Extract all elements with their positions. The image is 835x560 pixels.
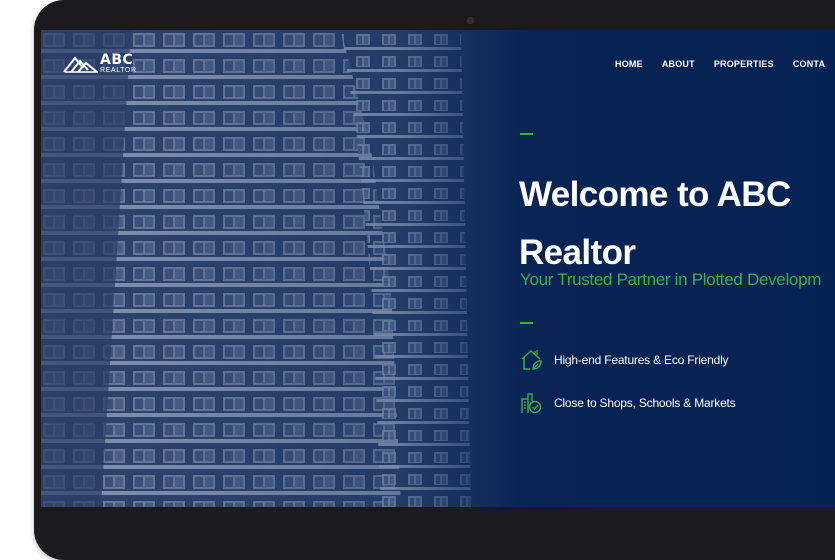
hero-title: Welcome to ABC Realtor	[519, 175, 791, 272]
feature-label-location: Close to Shops, Schools & Markets	[554, 396, 736, 410]
nav-home[interactable]: HOME	[615, 59, 643, 69]
roof-logo-icon	[63, 56, 98, 73]
website-screen: ABC REALTOR HOME ABOUT PROPERTIES CONTA …	[41, 30, 835, 507]
eco-home-icon	[521, 349, 542, 370]
logo-brand-text: ABC	[100, 51, 134, 68]
accent-dash-top	[520, 133, 533, 135]
feature-item-location: Close to Shops, Schools & Markets	[520, 391, 736, 415]
nav-properties[interactable]: PROPERTIES	[714, 59, 774, 69]
nav-contact[interactable]: CONTA	[793, 59, 825, 69]
site-logo[interactable]: ABC REALTOR	[63, 52, 137, 74]
main-nav: HOME ABOUT PROPERTIES CONTA	[615, 59, 835, 69]
webcam	[467, 17, 474, 24]
city-check-icon	[521, 393, 542, 414]
nav-about[interactable]: ABOUT	[662, 59, 695, 69]
feature-item-eco: High-end Features & Eco Friendly	[520, 348, 729, 372]
accent-dash-bottom	[520, 322, 533, 324]
hero-tagline: Your Trusted Partner in Plotted Developm	[520, 270, 822, 289]
feature-label-eco: High-end Features & Eco Friendly	[554, 353, 729, 367]
logo-sub-text: REALTOR	[100, 66, 137, 74]
